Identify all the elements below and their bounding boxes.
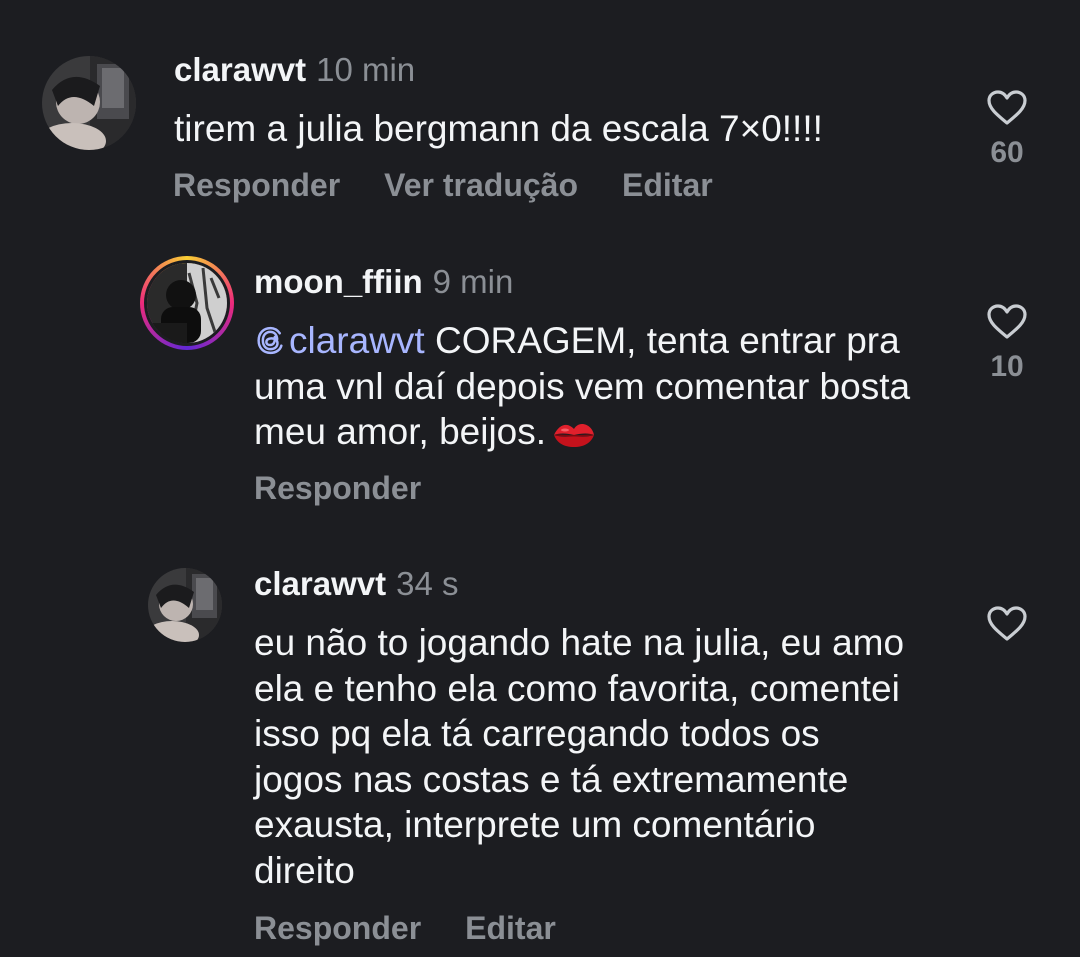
mention-username: clarawvt xyxy=(289,320,425,361)
mention-link[interactable]: clarawvt xyxy=(254,320,425,361)
avatar[interactable] xyxy=(148,568,222,642)
profile-photo-icon xyxy=(147,263,227,343)
reply-item: clarawvt 34 s eu não to jogando hate na j… xyxy=(0,550,1080,957)
reply-button[interactable]: Responder xyxy=(173,167,340,203)
like-count: 10 xyxy=(990,350,1024,383)
like-count: 60 xyxy=(990,136,1024,169)
username[interactable]: moon_ffiin xyxy=(254,263,423,300)
edit-button[interactable]: Editar xyxy=(622,167,713,203)
comment-text: eu não to jogando hate na julia, eu amo … xyxy=(254,622,905,891)
comment-text: clarawvt CORAGEM, tenta entrar pra uma v… xyxy=(254,318,954,461)
kiss-mark-icon xyxy=(552,415,596,461)
like-control xyxy=(967,606,1047,652)
comment-item: clarawvt 10 min tirem a julia bergmann da… xyxy=(0,0,1080,230)
avatar[interactable] xyxy=(42,56,136,150)
like-control: 10 xyxy=(967,304,1047,384)
heart-icon[interactable] xyxy=(987,606,1027,642)
edit-button[interactable]: Editar xyxy=(465,910,556,946)
profile-photo-icon xyxy=(42,56,136,150)
heart-icon[interactable] xyxy=(987,304,1027,340)
like-control: 60 xyxy=(967,90,1047,170)
profile-photo-icon xyxy=(148,568,222,642)
reply-button[interactable]: Responder xyxy=(254,910,421,946)
comment-text: tirem a julia bergmann da escala 7×0!!!! xyxy=(174,108,823,149)
avatar[interactable] xyxy=(140,256,234,350)
timestamp: 34 s xyxy=(396,565,459,602)
timestamp: 9 min xyxy=(432,263,514,300)
heart-icon[interactable] xyxy=(987,90,1027,126)
username[interactable]: clarawvt xyxy=(254,565,386,602)
see-translation-button[interactable]: Ver tradução xyxy=(384,167,578,203)
timestamp: 10 min xyxy=(316,51,416,88)
threads-icon xyxy=(257,326,283,355)
username[interactable]: clarawvt xyxy=(174,51,306,88)
reply-item: moon_ffiin 9 min clarawvt CORAGEM, tenta … xyxy=(0,240,1080,540)
reply-button[interactable]: Responder xyxy=(254,470,421,506)
